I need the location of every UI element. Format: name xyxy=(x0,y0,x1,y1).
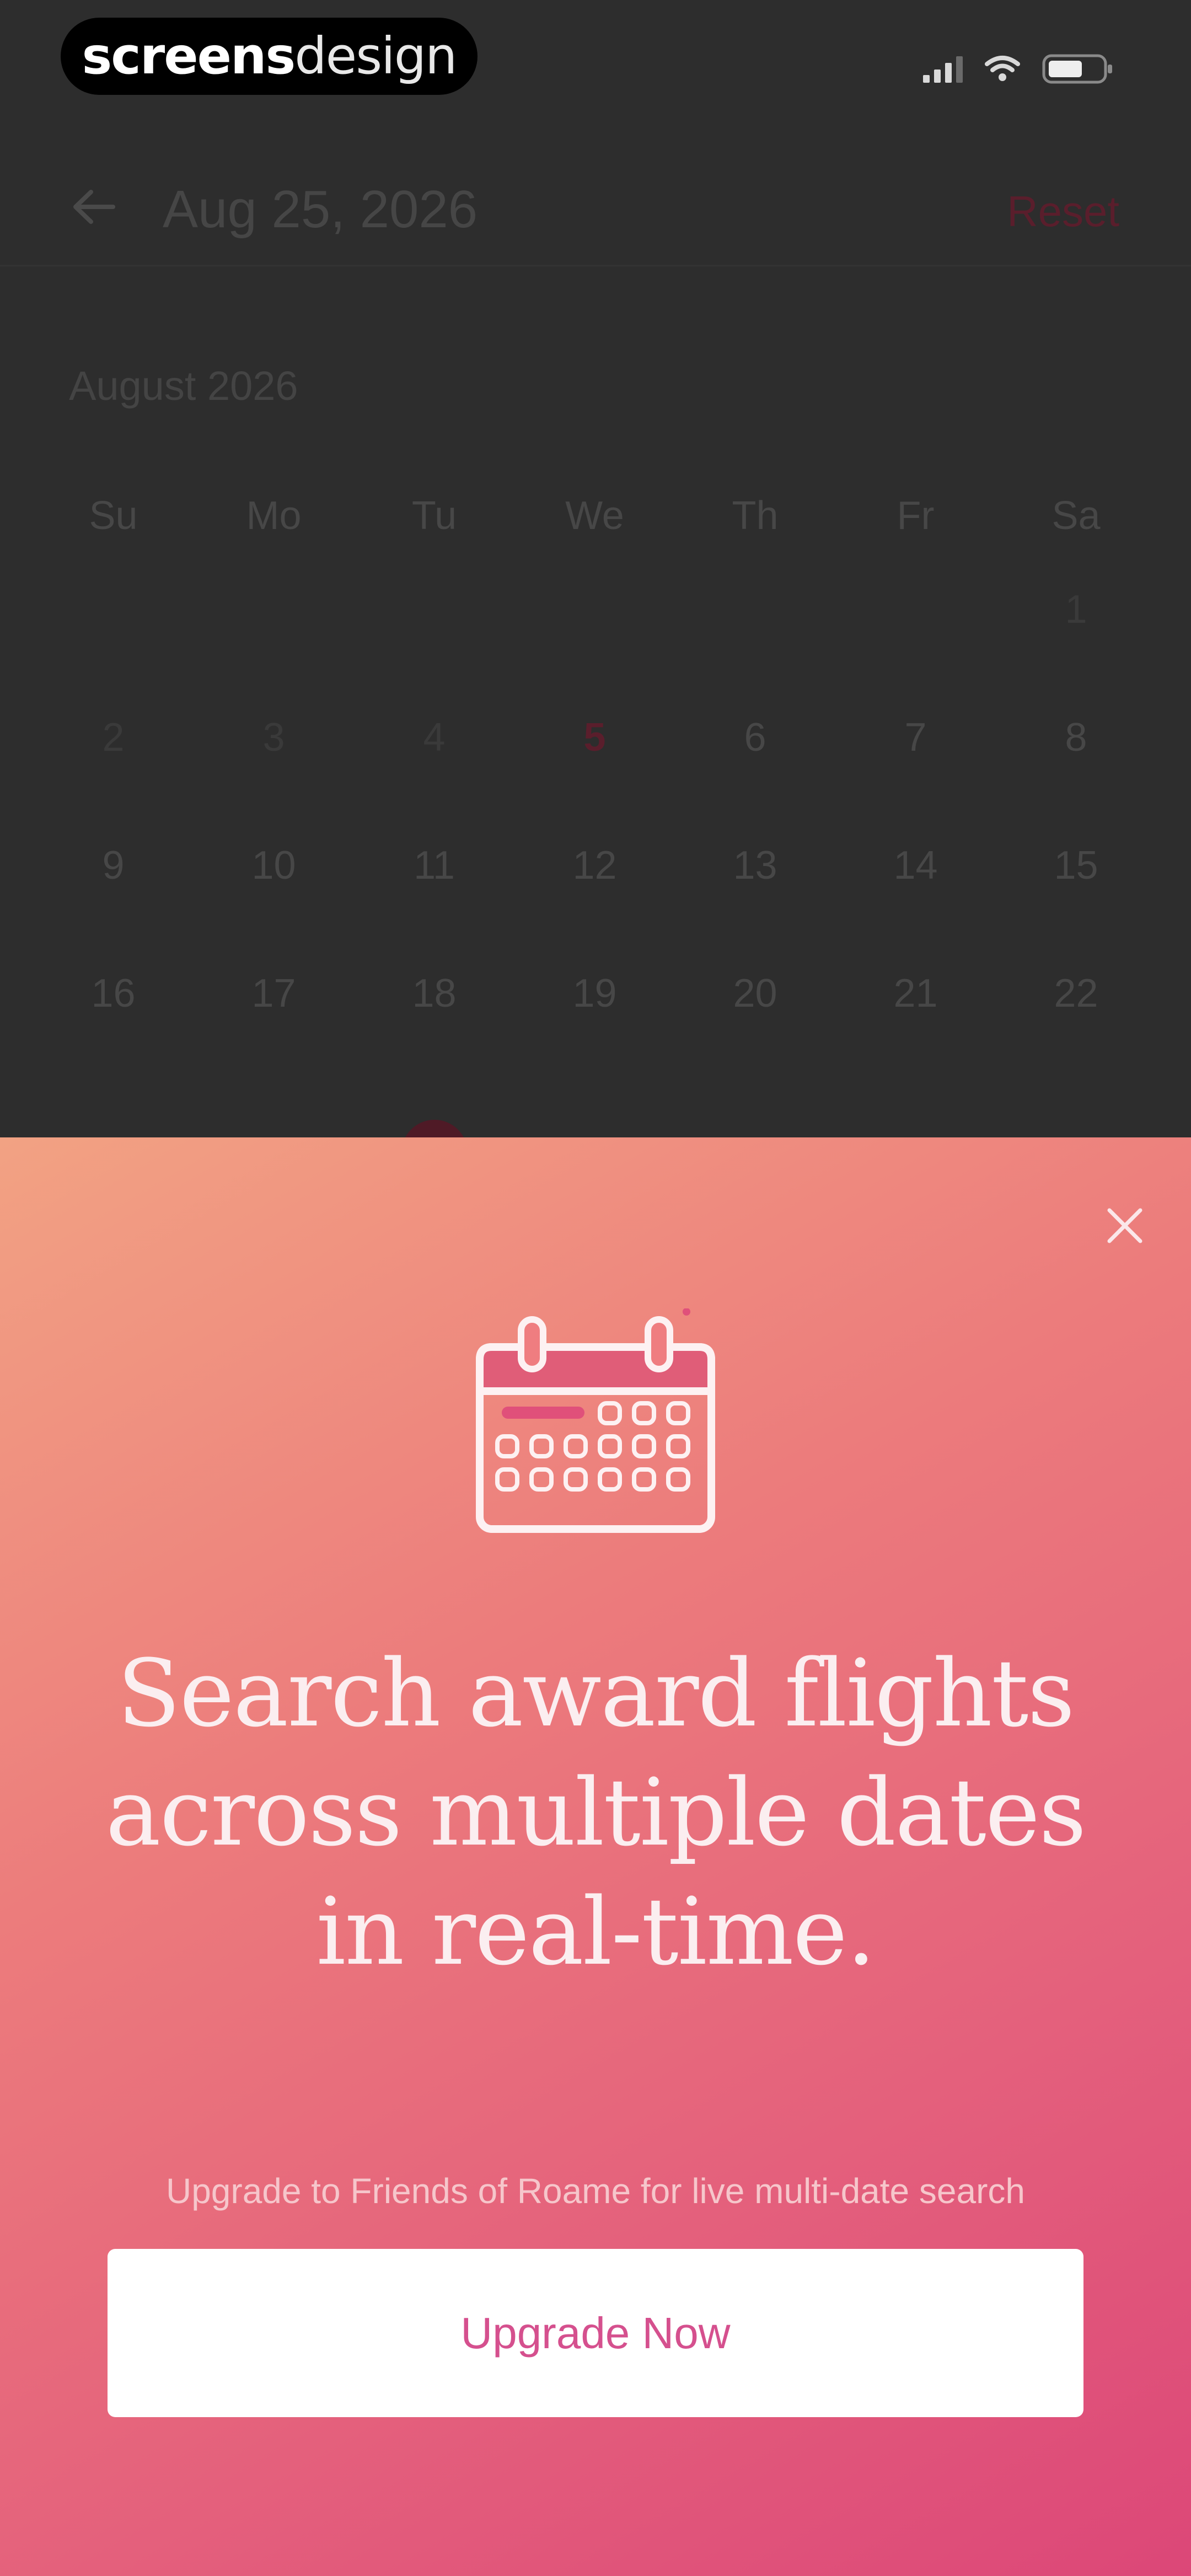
signal-icon xyxy=(923,55,963,83)
calendar-day[interactable]: 22 xyxy=(996,930,1156,1058)
calendar-day[interactable]: 8 xyxy=(996,674,1156,802)
calendar-day[interactable]: 17 xyxy=(194,930,354,1058)
calendar-day[interactable]: 6 xyxy=(675,674,835,802)
calendar-day xyxy=(194,546,354,674)
upgrade-sheet: Search award flights across multiple dat… xyxy=(0,1137,1191,2576)
calendar-day xyxy=(514,546,675,674)
reset-button[interactable]: Reset xyxy=(1007,186,1119,236)
calendar-grid: Su Mo Tu We Th Fr Sa 1 2 3 4 5 6 7 8 9 1… xyxy=(33,485,1158,1058)
calendar-day[interactable]: 13 xyxy=(675,802,835,930)
upgrade-now-button[interactable]: Upgrade Now xyxy=(108,2249,1083,2417)
calendar-day: 3 xyxy=(262,715,285,760)
selected-date-title: Aug 25, 2026 xyxy=(163,180,478,239)
weekday-label: Tu xyxy=(411,494,457,538)
weekday-header-row: Su Mo Tu We Th Fr Sa xyxy=(33,485,1158,546)
watermark-bold-text: screens xyxy=(82,26,296,85)
calendar-day: 2 xyxy=(102,715,125,760)
calendar-day[interactable]: 9 xyxy=(33,802,194,930)
calendar-day xyxy=(675,546,835,674)
calendar-week-row: 1 xyxy=(33,546,1158,674)
weekday-label: Sa xyxy=(1051,494,1101,538)
calendar-day[interactable]: 7 xyxy=(835,674,996,802)
calendar-day xyxy=(33,546,194,674)
calendar-day[interactable]: 14 xyxy=(835,802,996,930)
weekday-label: Fr xyxy=(897,494,935,538)
calendar-day-today[interactable]: 5 xyxy=(514,674,675,802)
calendar-day[interactable]: 12 xyxy=(514,802,675,930)
calendar-week-row: 16 17 18 19 20 21 22 xyxy=(33,930,1158,1058)
screensdesign-watermark: screensdesign xyxy=(61,18,478,95)
upsell-subtitle: Upgrade to Friends of Roame for live mul… xyxy=(165,2171,1026,2211)
weekday-label: Th xyxy=(732,494,779,538)
calendar-day[interactable]: 16 xyxy=(33,930,194,1058)
battery-icon xyxy=(1042,52,1114,85)
calendar-day[interactable]: 21 xyxy=(835,930,996,1058)
nav-bar: Aug 25, 2026 Reset xyxy=(0,160,1191,266)
close-icon[interactable] xyxy=(1097,1198,1152,1253)
weekday-label: We xyxy=(565,494,624,538)
calendar-day: 1 xyxy=(1065,587,1087,632)
status-bar: screensdesign xyxy=(0,0,1191,127)
calendar-week-row: 9 10 11 12 13 14 15 xyxy=(33,802,1158,930)
calendar-week-row: 2 3 4 5 6 7 8 xyxy=(33,674,1158,802)
calendar-day[interactable]: 10 xyxy=(194,802,354,930)
calendar-day[interactable]: 19 xyxy=(514,930,675,1058)
calendar-day[interactable]: 15 xyxy=(996,802,1156,930)
calendar-day[interactable]: 11 xyxy=(354,802,514,930)
status-icons xyxy=(923,50,1114,88)
calendar-day: 4 xyxy=(423,715,446,760)
weekday-label: Su xyxy=(89,494,138,538)
month-label: August 2026 xyxy=(69,363,298,409)
calendar-day xyxy=(835,546,996,674)
calendar-icon xyxy=(469,1308,722,1540)
wifi-icon xyxy=(985,55,1020,83)
watermark-light-text: design xyxy=(294,26,457,85)
weekday-label: Mo xyxy=(246,494,302,538)
upsell-headline: Search award flights across multiple dat… xyxy=(105,1639,1087,1986)
calendar-day xyxy=(354,546,514,674)
arrow-left-icon[interactable] xyxy=(69,182,119,232)
calendar-day[interactable]: 18 xyxy=(354,930,514,1058)
calendar-day[interactable]: 20 xyxy=(675,930,835,1058)
